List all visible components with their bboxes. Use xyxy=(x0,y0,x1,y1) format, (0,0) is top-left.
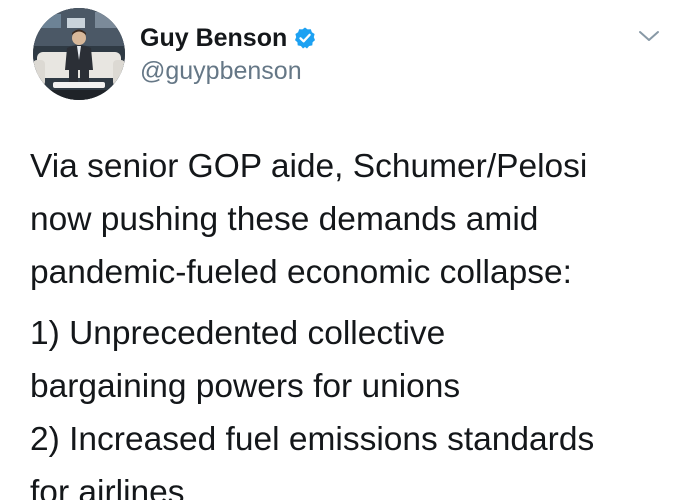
tweet-text-line: for airlines xyxy=(30,474,185,500)
tweet-paragraph: Via senior GOP aide, Schumer/Pelosi now … xyxy=(30,140,670,299)
tweet-body: Via senior GOP aide, Schumer/Pelosi now … xyxy=(30,140,670,500)
chevron-down-icon xyxy=(639,31,659,41)
tweet-text-line: now pushing these demands amid xyxy=(30,201,539,238)
author-display-name[interactable]: Guy Benson xyxy=(140,24,287,53)
tweet-text-line: Via senior GOP aide, Schumer/Pelosi xyxy=(30,148,588,185)
tweet-text-line: 1) Unprecedented collective xyxy=(30,315,446,352)
tweet-text-line: 2) Increased fuel emissions standards xyxy=(30,421,595,458)
tweet-text-line: bargaining powers for unions xyxy=(30,368,461,405)
tweet-text-line: pandemic-fueled economic collapse: xyxy=(30,254,572,291)
tweet-menu-button[interactable] xyxy=(636,26,662,46)
avatar-image xyxy=(33,8,125,100)
tweet-header: Guy Benson @guypbenson xyxy=(0,0,690,130)
author-handle[interactable]: @guypbenson xyxy=(140,57,302,86)
author-name-row: Guy Benson xyxy=(140,22,317,54)
avatar[interactable] xyxy=(33,8,125,100)
verified-badge-icon xyxy=(293,26,317,50)
tweet-paragraph: 1) Unprecedented collective bargaining p… xyxy=(30,307,670,500)
